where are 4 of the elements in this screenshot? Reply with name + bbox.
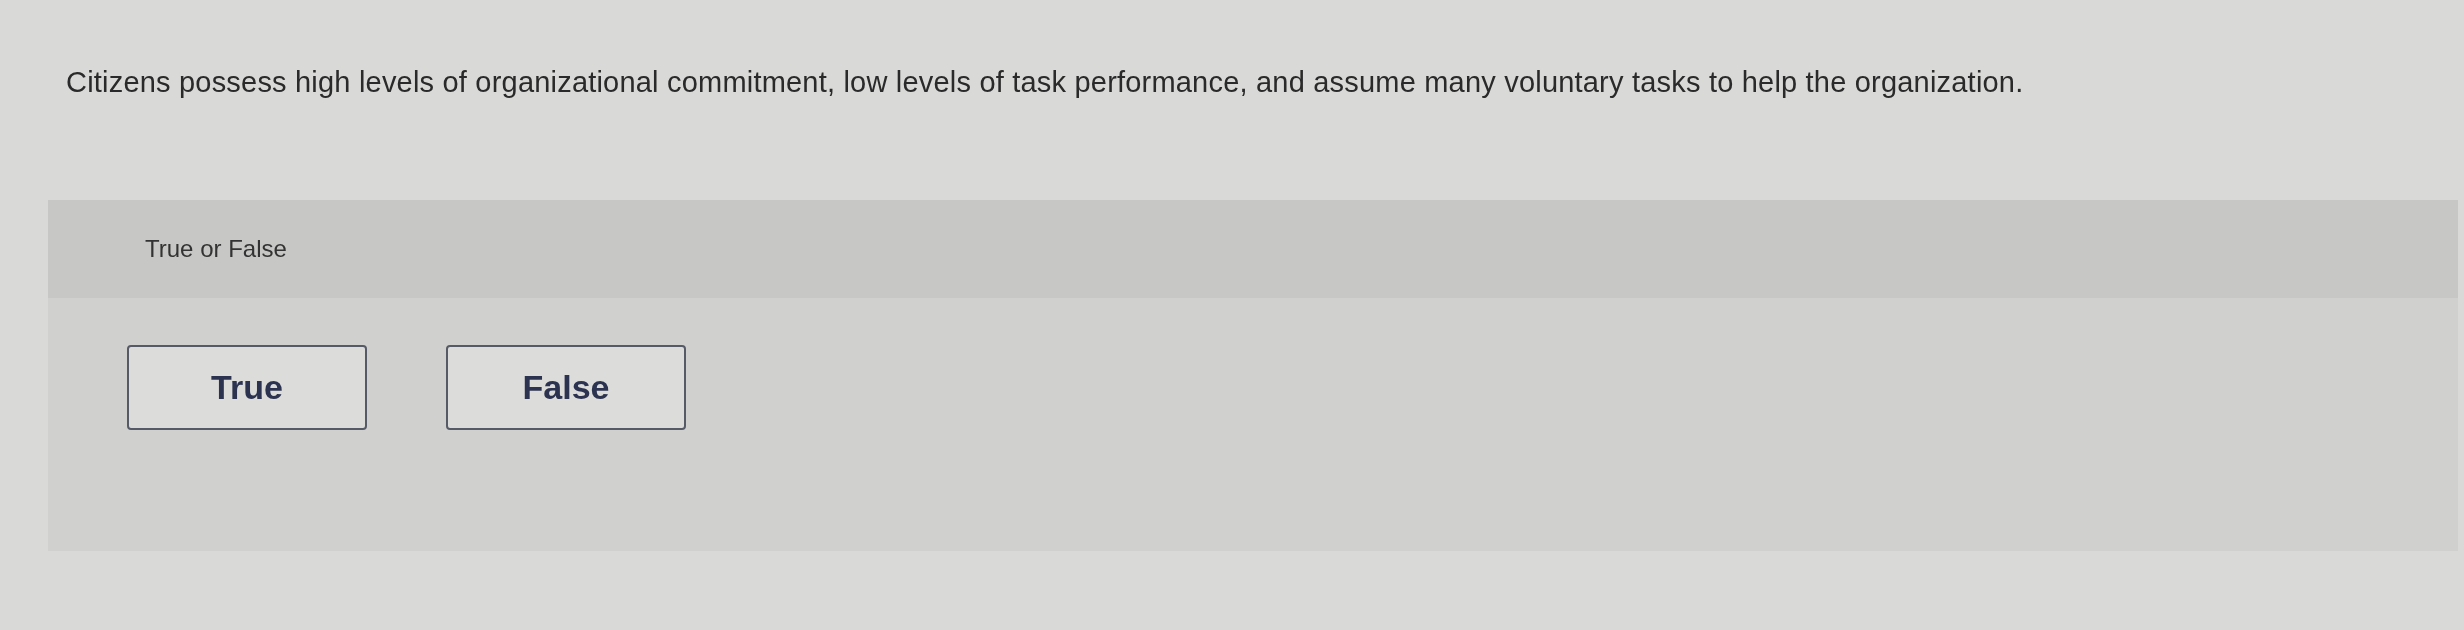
- answer-option-button[interactable]: True: [127, 345, 367, 430]
- answer-option-button[interactable]: False: [446, 345, 686, 430]
- question-text: Citizens possess high levels of organizational commitment, low levels of task performance, and assume many voluntary tasks to help the organization.: [66, 65, 2025, 100]
- prompt-label: True or False: [145, 234, 287, 264]
